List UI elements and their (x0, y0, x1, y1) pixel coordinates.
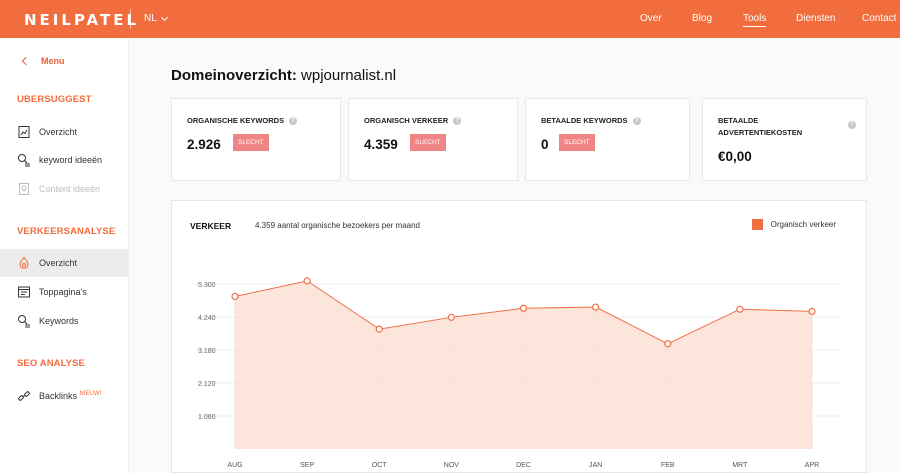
page-title: Domeinoverzicht: wpjournalist.nl (171, 67, 396, 84)
y-tick-label: 3.180 (198, 348, 216, 355)
top-navigation-bar: NEILPATEL NL Over Blog Tools Diensten Co… (0, 0, 900, 38)
status-badge: SLECHT (559, 134, 595, 151)
sidebar-item-label: Overzicht (39, 127, 78, 137)
sidebar-item-overzicht[interactable]: Overzicht (0, 118, 128, 146)
y-tick-label: 1.060 (198, 414, 216, 421)
sidebar-item-label: Content ideeën (39, 184, 101, 194)
overview-icon (18, 126, 30, 138)
metric-value: 4.359 (364, 137, 398, 152)
x-tick-label: FEB (661, 462, 675, 469)
neilpatel-logo[interactable]: NEILPATEL (24, 11, 139, 29)
y-tick-label: 2.120 (198, 381, 216, 388)
metric-card-organic-traffic: ORGANISCH VERKEER? 4.359 SLECHT (348, 98, 518, 181)
nav-blog[interactable]: Blog (692, 13, 712, 24)
traffic-chart-card: VERKEER 4.359 aantal organische bezoeker… (171, 200, 867, 473)
traffic-area-chart: 5.300 4.240 3.180 2.120 1.060 AUG SEP OCT NOV DEC… (195, 277, 840, 469)
section-title-ubersuggest: UBERSUGGEST (17, 94, 92, 105)
sidebar: Menu UBERSUGGEST Overzicht keyword ideeë… (0, 38, 129, 473)
sidebar-item-label: keyword ideeën (39, 155, 103, 165)
metric-label: BETAALDE KEYWORDS? (541, 115, 641, 127)
section-title-verkeersanalyse: VERKEERSANALYSE (17, 226, 116, 237)
x-tick-label: DEC (516, 462, 531, 469)
metric-value: 2.926 (187, 137, 221, 152)
sidebar-item-label: Keywords (39, 316, 79, 326)
metric-label: ORGANISCH VERKEER? (364, 115, 462, 127)
keyword-ideas-icon (18, 154, 30, 167)
new-badge: NIEUW! (79, 391, 102, 397)
metric-card-paid-keywords: BETAALDE KEYWORDS? 0 SLECHT (525, 98, 690, 181)
x-tick-label: SEP (300, 462, 314, 469)
nav-over[interactable]: Over (640, 13, 662, 24)
x-tick-label: OCT (372, 462, 388, 469)
sidebar-item-label: Toppagina's (39, 287, 87, 297)
y-tick-label: 4.240 (198, 315, 216, 322)
page-title-prefix: Domeinoverzicht: (171, 67, 297, 84)
section-title-seo-analyse: SEO ANALYSE (17, 358, 85, 369)
nav-tools[interactable]: Tools (743, 13, 767, 27)
sidebar-item-content-ideeen[interactable]: Content ideeën (0, 175, 128, 203)
nav-contact[interactable]: Contact (862, 13, 896, 24)
help-icon[interactable]: ? (632, 117, 641, 126)
data-point (592, 303, 600, 311)
data-point (736, 305, 744, 313)
data-point (808, 307, 816, 315)
status-badge: SLECHT (233, 134, 269, 151)
domain-name: wpjournalist.nl (301, 67, 397, 84)
y-tick-label: 5.300 (198, 282, 216, 289)
sidebar-item-toppaginas[interactable]: Toppagina's (0, 278, 128, 306)
sidebar-item-label: Overzicht (39, 258, 78, 268)
status-badge: SLECHT (410, 134, 446, 151)
x-tick-label: JAN (589, 462, 602, 469)
help-icon[interactable]: ? (453, 117, 462, 126)
traffic-overview-icon (19, 256, 29, 270)
nav-diensten[interactable]: Diensten (796, 13, 835, 24)
data-point (447, 313, 455, 321)
data-point (664, 340, 672, 348)
metric-value: 0 (541, 137, 549, 152)
x-tick-label: AUG (227, 462, 242, 469)
metric-label: BETAALDE ADVERTENTIEKOSTEN (718, 116, 803, 137)
x-tick-label: APR (805, 462, 819, 469)
data-point (519, 304, 528, 312)
metric-card-organic-keywords: ORGANISCHE KEYWORDS? 2.926 SLECHT (171, 98, 341, 181)
sidebar-item-traffic-overzicht[interactable]: Overzicht (0, 249, 128, 277)
keywords-icon (18, 315, 30, 328)
data-point (231, 292, 239, 301)
help-icon[interactable]: ? (289, 117, 298, 126)
data-point (375, 325, 383, 333)
metric-value: €0,00 (718, 149, 752, 164)
language-selector[interactable]: NL (144, 13, 168, 24)
sidebar-item-keyword-ideeen[interactable]: keyword ideeën (0, 146, 128, 174)
divider (130, 9, 131, 29)
sidebar-item-label: Backlinks (39, 391, 78, 401)
sidebar-item-backlinks[interactable]: Backlinks NIEUW! (0, 382, 128, 410)
x-tick-label: NOV (444, 462, 460, 469)
menu-back-button[interactable]: Menu (21, 56, 65, 66)
metric-card-paid-ad-costs: BETAALDE ADVERTENTIEKOSTEN ? €0,00 (702, 98, 867, 181)
sidebar-item-keywords[interactable]: Keywords (0, 307, 128, 335)
language-label: NL (144, 13, 157, 24)
data-point (303, 277, 311, 285)
help-icon[interactable]: ? (848, 121, 856, 129)
chevron-down-icon (160, 13, 168, 21)
chevron-left-icon (21, 56, 31, 66)
menu-label: Menu (41, 56, 65, 66)
backlinks-icon (18, 391, 30, 401)
x-tick-label: MRT (732, 462, 748, 469)
top-pages-icon (18, 286, 30, 298)
metric-label: ORGANISCHE KEYWORDS? (187, 115, 298, 127)
content-ideas-icon (19, 183, 29, 195)
